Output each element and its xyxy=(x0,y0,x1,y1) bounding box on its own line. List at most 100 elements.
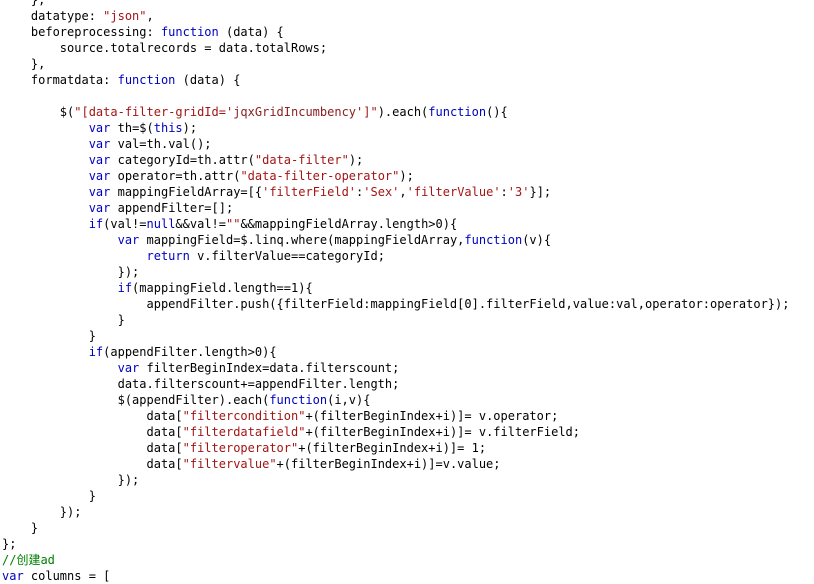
code-line[interactable] xyxy=(0,88,814,104)
code-token-plain: v.filterValue==categoryId; xyxy=(189,249,385,263)
code-line[interactable]: } xyxy=(0,488,814,504)
code-token-plain: val=th.val(); xyxy=(110,137,212,151)
code-token-kw: if xyxy=(88,345,104,359)
code-line[interactable]: if(mappingField.length==1){ xyxy=(0,280,814,296)
code-token-kw: function xyxy=(117,73,176,87)
code-token-plain: data[ xyxy=(2,457,183,471)
code-token-plain: columns = [ xyxy=(23,569,111,583)
code-token-kw: null xyxy=(146,217,176,231)
code-line[interactable]: var val=th.val(); xyxy=(0,136,814,152)
code-editor-surface[interactable]: }, datatype: "json", beforeprocessing: f… xyxy=(0,0,814,583)
code-line[interactable]: source.totalrecords = data.totalRows; xyxy=(0,40,814,56)
code-token-str: "filteroperator" xyxy=(182,441,299,455)
code-line[interactable]: formatdata: function (data) { xyxy=(0,72,814,88)
code-token-plain: } xyxy=(2,489,96,503)
code-token-plain: , xyxy=(399,185,407,199)
code-line[interactable]: var columns = [ xyxy=(0,568,814,584)
code-token-str: 'filterField' xyxy=(262,185,357,199)
code-line[interactable]: }); xyxy=(0,264,814,280)
code-token-plain: data[ xyxy=(2,441,183,455)
code-token-plain: }]; xyxy=(529,185,552,199)
code-line[interactable]: data["filterdatafield"+(filterBeginIndex… xyxy=(0,424,814,440)
code-token-str: 'Sex' xyxy=(363,185,400,199)
code-line[interactable]: var filterBeginIndex=data.filterscount; xyxy=(0,360,814,376)
code-token-kw: var xyxy=(117,361,140,375)
code-token-plain: beforeprocessing: xyxy=(2,25,161,39)
code-line[interactable]: } xyxy=(0,312,814,328)
code-line[interactable]: }); xyxy=(0,504,814,520)
code-token-plain: } xyxy=(2,329,96,343)
code-token-plain: (data) { xyxy=(175,73,241,87)
code-token-str: "data-filter-operator" xyxy=(240,169,400,183)
code-line[interactable]: //创建ad xyxy=(0,552,814,568)
code-token-str: "json" xyxy=(103,9,147,23)
code-line[interactable]: data["filtervalue"+(filterBeginIndex+i)]… xyxy=(0,456,814,472)
code-token-kw: if xyxy=(117,281,133,295)
code-line[interactable]: var th=$(this); xyxy=(0,120,814,136)
code-token-plain: appendFilter=[]; xyxy=(110,201,234,215)
code-token-plain: appendFilter.push({filterField:mappingFi… xyxy=(2,297,790,311)
code-token-kw: if xyxy=(88,217,104,231)
code-token-str: '3' xyxy=(507,185,530,199)
code-line[interactable]: var operator=th.attr("data-filter-operat… xyxy=(0,168,814,184)
code-token-plain: ); xyxy=(348,153,364,167)
code-token-plain: ).each( xyxy=(377,105,429,119)
code-token-kw: this xyxy=(153,121,183,135)
code-line[interactable]: }; xyxy=(0,536,814,552)
code-token-plain: filterBeginIndex=data.filterscount; xyxy=(139,361,400,375)
code-line[interactable]: data["filtercondition"+(filterBeginIndex… xyxy=(0,408,814,424)
code-token-plain: ); xyxy=(182,121,198,135)
code-line[interactable]: } xyxy=(0,520,814,536)
code-token-plain: +(filterBeginIndex+i)]= 1; xyxy=(298,441,487,455)
code-token-plain: categoryId=th.attr( xyxy=(110,153,255,167)
code-line[interactable]: data["filteroperator"+(filterBeginIndex+… xyxy=(0,440,814,456)
code-line[interactable]: var appendFilter=[]; xyxy=(0,200,814,216)
code-token-plain: } xyxy=(2,521,39,535)
code-token-plain: }); xyxy=(2,473,140,487)
code-line[interactable]: datatype: "json", xyxy=(0,8,814,24)
code-token-kw: var xyxy=(88,137,111,151)
code-token-kw: function xyxy=(160,25,219,39)
code-token-plain: $( xyxy=(2,105,75,119)
code-token-plain: mappingFieldArray=[{ xyxy=(110,185,263,199)
code-token-plain: &&mappingFieldArray.length>0){ xyxy=(240,217,458,231)
code-line[interactable]: if(val!=null&&val!=""&&mappingFieldArray… xyxy=(0,216,814,232)
code-line[interactable]: $(appendFilter).each(function(i,v){ xyxy=(0,392,814,408)
code-line[interactable]: var categoryId=th.attr("data-filter"); xyxy=(0,152,814,168)
code-line[interactable]: data.filterscount+=appendFilter.length; xyxy=(0,376,814,392)
code-token-plain: data.filterscount+=appendFilter.length; xyxy=(2,377,400,391)
code-line[interactable]: $("[data-filter-gridId='jqxGridIncumbenc… xyxy=(0,104,814,120)
code-token-str: 'filterValue' xyxy=(406,185,501,199)
code-line[interactable]: var mappingFieldArray=[{'filterField': 'S… xyxy=(0,184,814,200)
code-line[interactable]: return v.filterValue==categoryId; xyxy=(0,248,814,264)
code-token-plain: (mappingField.length==1){ xyxy=(132,281,313,295)
code-line[interactable]: appendFilter.push({filterField:mappingFi… xyxy=(0,296,814,312)
code-line[interactable]: } xyxy=(0,328,814,344)
code-token-plain: }); xyxy=(2,505,82,519)
code-token-plain: datatype: xyxy=(2,9,104,23)
code-line[interactable]: }, xyxy=(0,56,814,72)
code-token-kw: return xyxy=(146,249,190,263)
code-token-plain: } xyxy=(2,313,125,327)
code-token-plain: }, xyxy=(2,0,46,7)
code-token-plain: &&val!= xyxy=(175,217,226,231)
code-token-plain: formatdata: xyxy=(2,73,118,87)
code-token-kw: var xyxy=(88,169,111,183)
code-token-plain: ); xyxy=(399,169,414,183)
code-line[interactable]: var mappingField=$.linq.where(mappingFie… xyxy=(0,232,814,248)
code-token-plain: }, xyxy=(2,57,46,71)
code-line[interactable]: beforeprocessing: function (data) { xyxy=(0,24,814,40)
code-token-plain: (appendFilter.length>0){ xyxy=(103,345,277,359)
code-line[interactable]: }, xyxy=(0,0,814,8)
code-line[interactable]: }); xyxy=(0,472,814,488)
code-line[interactable]: if(appendFilter.length>0){ xyxy=(0,344,814,360)
code-token-kw: var xyxy=(88,121,111,135)
code-lines-container[interactable]: }, datatype: "json", beforeprocessing: f… xyxy=(0,0,814,584)
code-token-str: "filterdatafield" xyxy=(182,425,306,439)
